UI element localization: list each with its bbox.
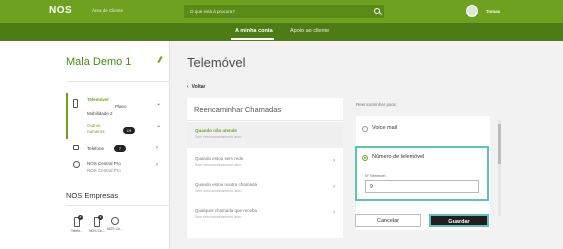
bottom-service-nos-central[interactable]: 9 NOS Ce... bbox=[87, 215, 107, 233]
option-status: Sem reencaminhamento ativo bbox=[195, 189, 242, 193]
edit-icon[interactable] bbox=[157, 55, 163, 64]
chevron-right-icon[interactable]: › bbox=[156, 162, 158, 168]
chevron-right-icon: › bbox=[333, 158, 335, 164]
divider bbox=[187, 120, 343, 121]
bottom-label: Telefo... bbox=[70, 229, 84, 233]
mobile-number-option: Nº Telemóvel 9 bbox=[355, 146, 489, 201]
central-pbx-icon bbox=[73, 161, 80, 168]
count-badge: 19 bbox=[123, 127, 135, 134]
target-header: Reencaminhar para: bbox=[356, 102, 397, 107]
sidebar-item-telefone[interactable]: Telefone bbox=[87, 146, 104, 151]
sidebar-item-outros-numeros[interactable]: Outros números bbox=[87, 123, 113, 135]
tab-a-minha-conta[interactable]: A minha conta bbox=[235, 28, 273, 34]
plan-label: Plano bbox=[115, 104, 127, 109]
chevron-right-icon: › bbox=[333, 210, 335, 216]
chevron-up-icon[interactable]: ⌃ bbox=[156, 125, 161, 132]
chevron-right-icon[interactable]: › bbox=[156, 145, 158, 151]
phone-icon: 9 bbox=[94, 215, 103, 227]
active-tab-indicator bbox=[231, 38, 274, 40]
voice-mail-label[interactable]: Voice mail bbox=[372, 125, 397, 131]
tab-apoio-ao-cliente[interactable]: Apoio ao cliente bbox=[290, 28, 329, 34]
area-cliente-label: Área de Cliente bbox=[92, 8, 124, 13]
bottom-label: NOS Ce... bbox=[107, 227, 123, 231]
field-value: 9 bbox=[370, 184, 373, 190]
option-title: Qualquer chamada que receba bbox=[195, 208, 258, 213]
option-title: Quando não atende bbox=[195, 128, 238, 133]
chevron-down-icon[interactable]: ⌄ bbox=[156, 100, 161, 107]
search-input[interactable]: O que está à procura? bbox=[184, 5, 384, 18]
cancel-button[interactable]: Cancelar bbox=[355, 214, 421, 227]
back-link[interactable]: ‹ Voltar bbox=[187, 84, 205, 90]
sidebar-item-sub: NOS Central Pro bbox=[87, 168, 121, 173]
forwarding-options-panel: Reencaminhar Chamadas Quando não atende … bbox=[187, 98, 343, 238]
option-status: Sem reencaminhamento ativo bbox=[195, 163, 242, 167]
avatar[interactable] bbox=[466, 5, 478, 17]
sub-navigation: A minha conta Apoio ao cliente bbox=[0, 23, 563, 41]
option-status: Sem reencaminhamento ativo bbox=[195, 135, 242, 139]
field-label: Nº Telemóvel bbox=[365, 174, 386, 178]
option-noutra-chamada[interactable]: Quando estou noutra chamada Sem reencami… bbox=[187, 176, 343, 202]
back-label: Voltar bbox=[191, 84, 206, 90]
panel-title: Reencaminhar Chamadas bbox=[194, 105, 282, 114]
arrow-left-icon: ‹ bbox=[187, 84, 189, 90]
bottom-service-nos-central-2[interactable]: NOS Ce... bbox=[105, 217, 125, 231]
top-header: NOS Área de Cliente O que está à procura… bbox=[0, 0, 563, 23]
central-icon bbox=[111, 217, 119, 225]
option-qualquer-chamada[interactable]: Qualquer chamada que receba Sem reencami… bbox=[187, 202, 343, 228]
option-title: Quando estou noutra chamada bbox=[195, 182, 258, 187]
chevron-right-icon: › bbox=[333, 184, 335, 190]
count-dot: 9 bbox=[98, 215, 103, 220]
nos-logo[interactable]: NOS bbox=[49, 5, 72, 16]
sidebar: Mala Demo 1 Telemóvel Plano Mobilidade 2… bbox=[0, 41, 170, 249]
option-quando-nao-atende[interactable]: Quando não atende Sem reencaminhamento a… bbox=[187, 122, 343, 148]
search-placeholder: O que está à procura? bbox=[190, 9, 235, 14]
sidebar-item-telemovel[interactable]: Telemóvel bbox=[87, 97, 109, 102]
account-title: Mala Demo 1 bbox=[66, 56, 132, 68]
section-title: NOS Empresas bbox=[66, 191, 119, 200]
option-title: Quando estou sem rede bbox=[195, 156, 244, 161]
divider bbox=[66, 205, 170, 206]
user-name[interactable]: Tomas bbox=[486, 9, 500, 14]
mobile-number-input[interactable]: 9 bbox=[365, 180, 479, 193]
active-indicator bbox=[66, 93, 68, 139]
plan-name: Mobilidade 2 bbox=[87, 111, 113, 116]
count-badge: 7 bbox=[114, 145, 126, 152]
scrollbar-thumb[interactable] bbox=[498, 124, 501, 164]
voice-mail-radio[interactable] bbox=[362, 126, 368, 132]
count-dot: 8 bbox=[78, 215, 83, 220]
search-icon[interactable] bbox=[374, 8, 380, 14]
telephone-icon bbox=[73, 145, 79, 150]
bottom-label: NOS Ce... bbox=[89, 229, 105, 233]
page-title: Telemóvel bbox=[187, 55, 246, 70]
phone-icon: 8 bbox=[74, 215, 83, 227]
option-status: Sem reencaminhamento ativo bbox=[195, 215, 242, 219]
mobile-phone-icon bbox=[73, 99, 78, 108]
save-button[interactable]: Guardar bbox=[429, 214, 489, 227]
sidebar-item-nos-central-pro[interactable]: NOS Central Pro bbox=[87, 161, 121, 166]
divider bbox=[66, 81, 170, 82]
bottom-service-telefone[interactable]: 8 Telefo... bbox=[67, 215, 87, 233]
option-sem-rede[interactable]: Quando estou sem rede Sem reencaminhamen… bbox=[187, 150, 343, 176]
